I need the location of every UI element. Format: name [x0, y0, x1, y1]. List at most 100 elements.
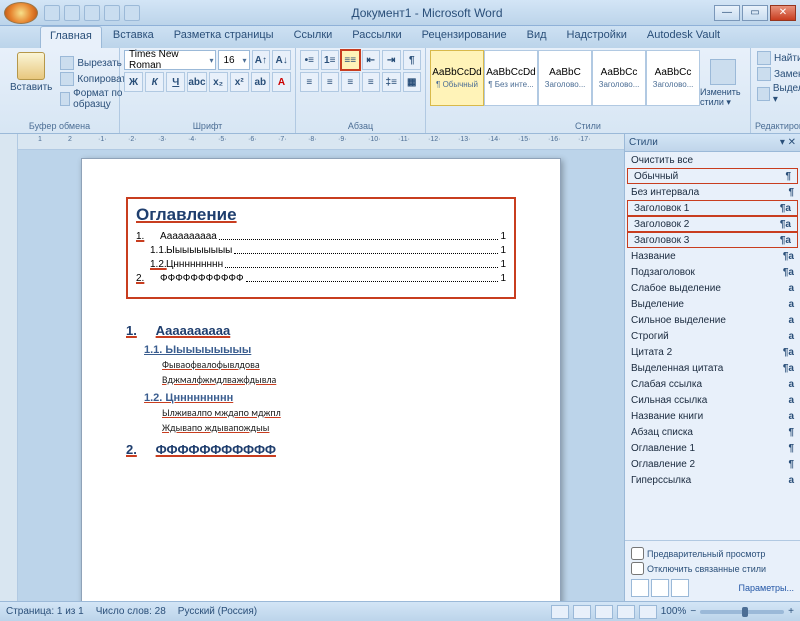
align-justify-button[interactable]: ≡: [362, 72, 381, 92]
manage-styles-button[interactable]: [671, 579, 689, 597]
zoom-level[interactable]: 100%: [661, 606, 687, 617]
view-outline-button[interactable]: [617, 605, 635, 619]
font-color-button[interactable]: A: [272, 72, 291, 92]
toc-row[interactable]: 1.1.Ыыыыыыыыы1: [136, 245, 506, 256]
strike-button[interactable]: abc: [187, 72, 206, 92]
style-list-item[interactable]: Подзаголовок¶a: [625, 264, 800, 280]
tab-вид[interactable]: Вид: [518, 26, 556, 48]
style-list-item[interactable]: Заголовок 3¶a: [627, 232, 798, 248]
replace-button[interactable]: Заменить: [755, 66, 800, 82]
align-left-button[interactable]: ≡: [300, 72, 319, 92]
tab-вставка[interactable]: Вставка: [104, 26, 163, 48]
line-spacing-button[interactable]: ‡≡: [382, 72, 401, 92]
close-pane-button[interactable]: ▾ ✕: [780, 137, 796, 148]
style-list-item[interactable]: Название книгиa: [625, 408, 800, 424]
status-page[interactable]: Страница: 1 из 1: [6, 606, 84, 617]
tab-autodesk vault[interactable]: Autodesk Vault: [638, 26, 729, 48]
tab-рассылки[interactable]: Рассылки: [343, 26, 410, 48]
heading-1[interactable]: 2. ФФФФФФФФФФФ: [126, 442, 516, 457]
style-list-item[interactable]: Строгийa: [625, 328, 800, 344]
horizontal-ruler[interactable]: 12·1··2··3··4··5··6··7··8··9··10··11··12…: [18, 134, 624, 150]
bold-button[interactable]: Ж: [124, 72, 143, 92]
subscript-button[interactable]: x₂: [209, 72, 228, 92]
style-list-item[interactable]: Выделенная цитата¶a: [625, 360, 800, 376]
maximize-button[interactable]: ▭: [742, 5, 768, 21]
shading-button[interactable]: ▦: [403, 72, 422, 92]
style-gallery-item[interactable]: AaBbCcDd¶ Обычный: [430, 50, 484, 106]
zoom-out-button[interactable]: −: [690, 606, 696, 617]
styles-list[interactable]: Очистить всеОбычный¶Без интервала¶Заголо…: [625, 152, 800, 540]
italic-button[interactable]: К: [145, 72, 164, 92]
tab-надстройки[interactable]: Надстройки: [558, 26, 636, 48]
style-list-item[interactable]: Абзац списка¶: [625, 424, 800, 440]
toc-row[interactable]: 1.2.Цннннннннн1: [136, 259, 506, 270]
qat-more-icon[interactable]: [124, 5, 140, 21]
tab-главная[interactable]: Главная: [40, 26, 102, 48]
style-list-item[interactable]: Без интервала¶: [625, 184, 800, 200]
tab-разметка страницы[interactable]: Разметка страницы: [165, 26, 283, 48]
align-right-button[interactable]: ≡: [341, 72, 360, 92]
superscript-button[interactable]: x²: [230, 72, 249, 92]
status-wordcount[interactable]: Число слов: 28: [96, 606, 166, 617]
style-list-item[interactable]: Цитата 2¶a: [625, 344, 800, 360]
status-language[interactable]: Русский (Россия): [178, 606, 257, 617]
change-styles-button[interactable]: Изменить стили ▾: [700, 50, 746, 116]
style-list-item[interactable]: Слабая ссылкаa: [625, 376, 800, 392]
view-web-button[interactable]: [595, 605, 613, 619]
style-inspector-button[interactable]: [651, 579, 669, 597]
heading-1[interactable]: 1. Аааааааааа: [126, 323, 516, 338]
zoom-in-button[interactable]: +: [788, 606, 794, 617]
highlight-button[interactable]: ab: [251, 72, 270, 92]
toc-row[interactable]: 2.ФФФФФФФФФФФ1: [136, 273, 506, 284]
style-gallery-item[interactable]: AaBbCcЗаголово...: [646, 50, 700, 106]
style-list-item[interactable]: Выделениеa: [625, 296, 800, 312]
font-name-combo[interactable]: Times New Roman: [124, 50, 216, 70]
qat-print-icon[interactable]: [104, 5, 120, 21]
style-list-item[interactable]: Слабое выделениеa: [625, 280, 800, 296]
toc-row[interactable]: 1.Аааааааааа1: [136, 231, 506, 242]
shrink-font-button[interactable]: A↓: [272, 50, 291, 70]
style-list-item[interactable]: Заголовок 2¶a: [627, 216, 798, 232]
body-text[interactable]: Вджмалфжмдлважфдывла: [126, 373, 516, 386]
disable-linked-checkbox[interactable]: Отключить связанные стили: [631, 562, 794, 575]
qat-redo-icon[interactable]: [84, 5, 100, 21]
style-gallery-item[interactable]: AaBbCcЗаголово...: [592, 50, 646, 106]
style-list-item[interactable]: Название¶a: [625, 248, 800, 264]
decrease-indent-button[interactable]: ⇤: [362, 50, 381, 70]
style-gallery-item[interactable]: AaBbCcDd¶ Без инте...: [484, 50, 538, 106]
styles-options-link[interactable]: Параметры...: [739, 583, 794, 593]
view-draft-button[interactable]: [639, 605, 657, 619]
style-list-item[interactable]: Оглавление 2¶: [625, 456, 800, 472]
style-gallery-item[interactable]: AaBbCЗаголово...: [538, 50, 592, 106]
style-list-item[interactable]: Очистить все: [625, 152, 800, 168]
bullets-button[interactable]: •≡: [300, 50, 319, 70]
styles-gallery[interactable]: AaBbCcDd¶ ОбычныйAaBbCcDd¶ Без инте...Aa…: [430, 50, 700, 116]
office-button[interactable]: [4, 2, 38, 24]
tab-ссылки[interactable]: Ссылки: [285, 26, 342, 48]
qat-undo-icon[interactable]: [64, 5, 80, 21]
vertical-ruler[interactable]: [0, 134, 18, 601]
minimize-button[interactable]: —: [714, 5, 740, 21]
font-size-combo[interactable]: 16: [218, 50, 249, 70]
style-list-item[interactable]: Сильная ссылкаa: [625, 392, 800, 408]
grow-font-button[interactable]: A↑: [252, 50, 271, 70]
style-list-item[interactable]: Сильное выделениеa: [625, 312, 800, 328]
paste-button[interactable]: Вставить: [4, 50, 58, 116]
find-button[interactable]: Найти ▾: [755, 50, 800, 66]
zoom-slider[interactable]: [700, 610, 784, 614]
view-fullscreen-button[interactable]: [573, 605, 591, 619]
qat-save-icon[interactable]: [44, 5, 60, 21]
select-button[interactable]: Выделить ▾: [755, 82, 800, 106]
align-center-button[interactable]: ≡: [321, 72, 340, 92]
style-list-item[interactable]: Обычный¶: [627, 168, 798, 184]
body-text[interactable]: Ждывапо ждывапождыы: [126, 421, 516, 434]
style-list-item[interactable]: Оглавление 1¶: [625, 440, 800, 456]
page[interactable]: Оглавление 1.Аааааааааа11.1.Ыыыыыыыыы11.…: [81, 158, 561, 601]
tab-рецензирование[interactable]: Рецензирование: [413, 26, 516, 48]
preview-checkbox[interactable]: Предварительный просмотр: [631, 547, 794, 560]
style-list-item[interactable]: Заголовок 1¶a: [627, 200, 798, 216]
heading-2[interactable]: 1.2. Цннннннннн: [126, 392, 516, 404]
style-list-item[interactable]: Гиперссылкаa: [625, 472, 800, 488]
heading-2[interactable]: 1.1. Ыыыыыыыыы: [126, 344, 516, 356]
show-marks-button[interactable]: ¶: [403, 50, 422, 70]
